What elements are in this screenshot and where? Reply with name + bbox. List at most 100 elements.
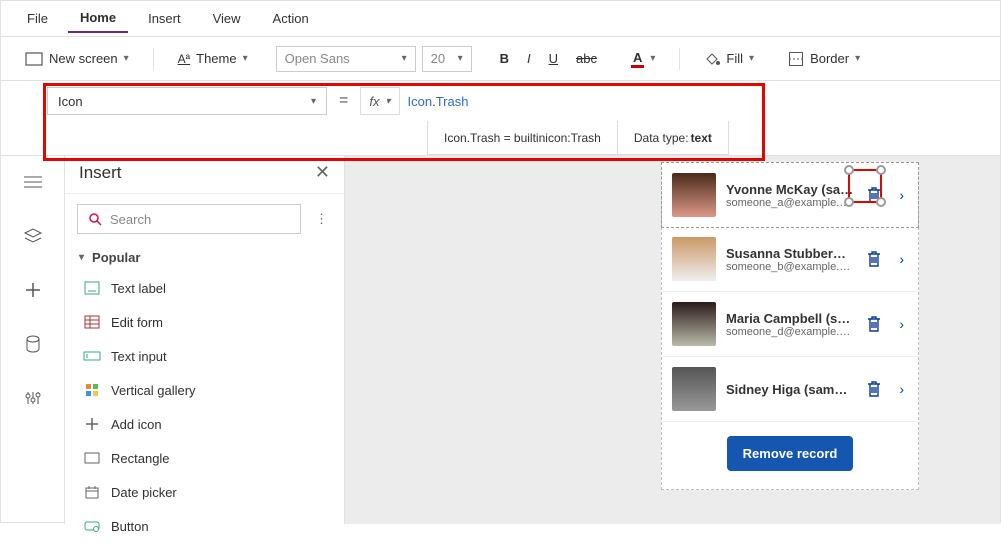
insert-item-button[interactable]: Button [65, 509, 344, 543]
insert-item-text-label[interactable]: Text label [65, 271, 344, 305]
insert-item-edit-form[interactable]: Edit form [65, 305, 344, 339]
fill-button[interactable]: Fill ▾ [698, 47, 760, 71]
border-button[interactable]: Border ▾ [782, 47, 866, 71]
rectangle-icon [83, 449, 101, 467]
gallery[interactable]: Yvonne McKay (sample) someone_a@example.… [661, 162, 919, 490]
gallery-card[interactable]: Yvonne McKay (sample) someone_a@example.… [661, 162, 919, 228]
bold-button[interactable]: B [494, 47, 515, 70]
property-name: Icon [58, 94, 83, 109]
insert-item-rectangle[interactable]: Rectangle [65, 441, 344, 475]
theme-label: Theme [196, 51, 236, 66]
fill-label: Fill [726, 51, 743, 66]
card-email: someone_a@example.com [726, 197, 853, 209]
theme-button[interactable]: Aª Theme ▾ [172, 47, 254, 70]
remove-record-button[interactable]: Remove record [727, 436, 854, 471]
insert-items-list: Text label Edit form Text input Vertical… [65, 271, 344, 543]
chevron-down-icon: ▾ [79, 252, 84, 263]
gallery-card[interactable]: Sidney Higa (sample) › [662, 357, 918, 422]
menu-tab-file[interactable]: File [15, 5, 60, 32]
button-icon [83, 517, 101, 535]
insert-item-label: Text label [111, 281, 166, 296]
border-icon [788, 51, 804, 67]
insert-panel-title: Insert [79, 163, 122, 183]
menu-tab-home[interactable]: Home [68, 4, 128, 33]
equals-label: = [327, 92, 360, 110]
font-size-select[interactable]: 20 ▾ [422, 46, 472, 72]
property-select[interactable]: Icon ▾ [47, 87, 327, 115]
insert-item-label: Add icon [111, 417, 162, 432]
menu-tab-view[interactable]: View [201, 5, 253, 32]
left-rail [1, 156, 65, 524]
search-placeholder: Search [110, 212, 151, 227]
close-icon[interactable]: ✕ [315, 162, 330, 183]
avatar [672, 173, 716, 217]
card-name: Sidney Higa (sample) [726, 382, 853, 397]
rail-layers-button[interactable] [15, 218, 51, 254]
chevron-right-icon[interactable]: › [895, 381, 908, 397]
formula-evaluation: Icon.Trash = builtinicon:Trash [427, 121, 618, 155]
chevron-right-icon[interactable]: › [895, 316, 908, 332]
formula-datatype: Data type: text [618, 121, 729, 155]
insert-item-date-picker[interactable]: Date picker [65, 475, 344, 509]
formula-bar-area: Icon ▾ = fx ▾ Icon.Trash Icon.Trash = bu… [1, 81, 1000, 156]
insert-item-vertical-gallery[interactable]: Vertical gallery [65, 373, 344, 407]
search-input[interactable]: Search [77, 204, 301, 234]
insert-item-label: Date picker [111, 485, 177, 500]
border-label: Border [810, 51, 849, 66]
plus-icon [83, 415, 101, 433]
chevron-right-icon[interactable]: › [895, 251, 908, 267]
fx-dropdown[interactable]: fx ▾ [360, 87, 399, 115]
menu-tab-action[interactable]: Action [261, 5, 321, 32]
chevron-down-icon: ▾ [458, 53, 463, 64]
chevron-down-icon: ▾ [311, 96, 316, 107]
underline-button[interactable]: U [543, 47, 564, 70]
trash-icon[interactable] [863, 313, 885, 335]
insert-panel: Insert ✕ Search ⋮ ▾ Popular Text label E [65, 156, 345, 524]
text-label-icon [83, 279, 101, 297]
trash-icon[interactable] [863, 378, 885, 400]
popular-label: Popular [92, 250, 140, 265]
rail-data-button[interactable] [15, 326, 51, 362]
formula-input[interactable]: Icon.Trash [400, 87, 1001, 115]
card-email: someone_d@example.com [726, 326, 853, 338]
theme-icon: Aª [178, 52, 190, 66]
gallery-card[interactable]: Susanna Stubberod (sample) someone_b@exa… [662, 227, 918, 292]
trash-icon[interactable] [863, 248, 885, 270]
rail-settings-button[interactable] [15, 380, 51, 416]
insert-item-label: Edit form [111, 315, 163, 330]
more-options-button[interactable]: ⋮ [311, 207, 332, 231]
font-color-button[interactable]: A ▾ [625, 46, 661, 72]
formula-namespace: Icon [408, 94, 433, 109]
card-name: Yvonne McKay (sample) [726, 182, 853, 197]
menu-bar: File Home Insert View Action [1, 1, 1000, 37]
rail-tree-button[interactable] [15, 164, 51, 200]
insert-item-text-input[interactable]: Text input [65, 339, 344, 373]
trash-icon[interactable] [863, 184, 885, 206]
canvas[interactable]: Yvonne McKay (sample) someone_a@example.… [345, 156, 1000, 524]
chevron-right-icon[interactable]: › [895, 187, 908, 203]
chevron-down-icon: ▾ [650, 53, 655, 64]
strike-button[interactable]: abc [570, 47, 603, 70]
avatar [672, 367, 716, 411]
popular-section-header[interactable]: ▾ Popular [65, 244, 344, 271]
fx-label: fx [369, 94, 379, 109]
screen-icon [25, 52, 43, 66]
chevron-down-icon: ▾ [385, 96, 390, 107]
card-email: someone_b@example.com [726, 261, 853, 273]
italic-button[interactable]: I [521, 47, 537, 70]
formula-hint-bar: Icon.Trash = builtinicon:Trash Data type… [427, 121, 1000, 155]
card-name: Maria Campbell (sample) [726, 311, 853, 326]
font-color-icon: A [631, 50, 644, 68]
insert-item-add-icon[interactable]: Add icon [65, 407, 344, 441]
gallery-card[interactable]: Maria Campbell (sample) someone_d@exampl… [662, 292, 918, 357]
search-icon [88, 212, 102, 226]
font-select[interactable]: Open Sans ▾ [276, 46, 416, 72]
calendar-icon [83, 483, 101, 501]
rail-insert-button[interactable] [15, 272, 51, 308]
chevron-down-icon: ▾ [855, 53, 860, 64]
new-screen-button[interactable]: New screen ▾ [19, 47, 135, 70]
chevron-down-icon: ▾ [124, 53, 129, 64]
vertical-gallery-icon [83, 381, 101, 399]
new-screen-label: New screen [49, 51, 118, 66]
menu-tab-insert[interactable]: Insert [136, 5, 193, 32]
